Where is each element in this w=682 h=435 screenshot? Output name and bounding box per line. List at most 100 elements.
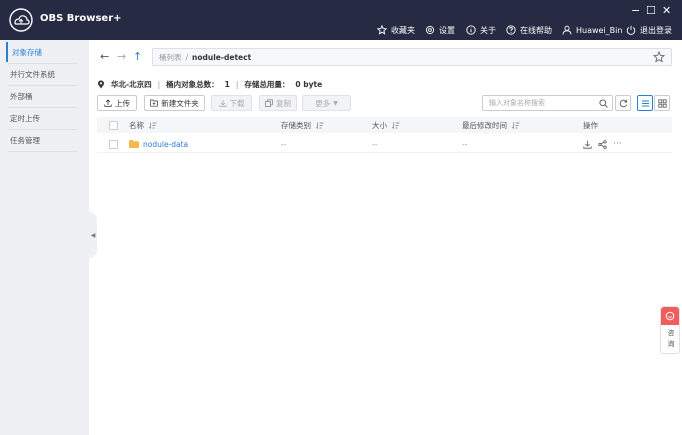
folder-icon xyxy=(129,140,139,148)
favorites-label: 收藏夹 xyxy=(391,25,415,35)
select-all-checkbox[interactable] xyxy=(109,117,118,133)
column-size[interactable]: 大小 xyxy=(372,117,400,133)
usage-value: 0 byte xyxy=(295,79,323,89)
row-actions-cell: ··· xyxy=(583,135,622,153)
share-icon[interactable] xyxy=(598,139,607,149)
user-menu[interactable]: Huawei_Bin xyxy=(562,23,622,37)
gear-icon xyxy=(425,25,435,35)
info-divider: | xyxy=(157,79,161,89)
download-icon xyxy=(218,100,227,107)
more-label: 更多 xyxy=(315,98,331,108)
location-pin-icon xyxy=(98,79,104,88)
settings-label: 设置 xyxy=(439,25,455,35)
breadcrumb-root[interactable]: 桶列表 xyxy=(159,52,182,63)
download-icon[interactable] xyxy=(583,140,592,149)
row-modified-cell: -- xyxy=(462,139,468,149)
copy-icon xyxy=(265,99,273,107)
object-count-label: 桶内对象总数： xyxy=(166,79,219,89)
settings-button[interactable]: 设置 xyxy=(425,23,455,37)
logout-label: 退出登录 xyxy=(640,25,672,35)
breadcrumb-separator: / xyxy=(185,52,189,62)
help-label: 在线帮助 xyxy=(520,25,552,35)
grid-view-button[interactable] xyxy=(654,95,670,111)
star-icon xyxy=(377,25,387,35)
new-folder-icon xyxy=(150,99,158,107)
sort-icon[interactable] xyxy=(512,122,520,129)
column-name-label: 名称 xyxy=(129,120,144,130)
table-row[interactable]: nodule-data -- -- -- ··· xyxy=(97,135,672,153)
copy-button[interactable]: 复制 xyxy=(259,95,297,111)
favorite-star-icon[interactable] xyxy=(653,51,665,63)
table-header: 名称 存储类别 大小 最后修改时间 操作 xyxy=(97,117,672,133)
chat-icon xyxy=(665,311,675,321)
copy-label: 复制 xyxy=(276,98,291,108)
path-breadcrumb[interactable]: 桶列表 / nodule-detect xyxy=(152,48,672,66)
column-storage-class-label: 存储类别 xyxy=(281,120,311,130)
user-name: Huawei_Bin xyxy=(576,25,623,35)
column-name[interactable]: 名称 xyxy=(129,117,157,133)
about-label: 关于 xyxy=(480,25,496,35)
title-bar: OBS Browser+ − ☐ ✕ 收藏夹 设置 关于 在线帮助 Huawei… xyxy=(0,0,682,40)
user-icon xyxy=(562,25,572,35)
list-view-button[interactable] xyxy=(637,95,653,111)
column-storage-class[interactable]: 存储类别 xyxy=(281,117,324,133)
forward-arrow-icon[interactable]: → xyxy=(117,50,126,63)
folder-name-link[interactable]: nodule-data xyxy=(143,140,188,149)
region-label: 华北-北京四 xyxy=(111,79,152,89)
new-folder-button[interactable]: 新建文件夹 xyxy=(144,95,205,111)
minimize-button[interactable]: − xyxy=(631,4,640,17)
refresh-icon xyxy=(619,99,627,107)
sort-icon[interactable] xyxy=(316,122,324,129)
help-button[interactable]: 在线帮助 xyxy=(506,23,552,37)
column-actions: 操作 xyxy=(583,117,598,133)
sidebar: 对象存储 并行文件系统 外部桶 定时上传 任务管理 xyxy=(0,40,89,435)
object-count-value: 1 xyxy=(224,79,230,89)
sidebar-item-parallel-fs[interactable]: 并行文件系统 xyxy=(6,64,80,84)
checkbox[interactable] xyxy=(109,139,118,149)
info-icon xyxy=(466,25,476,35)
info-divider: | xyxy=(235,79,239,89)
sidebar-item-external-bucket[interactable]: 外部桶 xyxy=(6,86,80,106)
help-icon xyxy=(506,25,516,35)
upload-button[interactable]: 上传 xyxy=(97,95,137,111)
download-label: 下载 xyxy=(229,98,245,108)
column-modified[interactable]: 最后修改时间 xyxy=(462,117,520,133)
chat-badge xyxy=(661,307,679,325)
column-modified-label: 最后修改时间 xyxy=(462,120,507,130)
consult-float-button[interactable]: 咨 询 xyxy=(660,306,680,354)
checkbox[interactable] xyxy=(109,120,118,130)
sidebar-item-task-management[interactable]: 任务管理 xyxy=(6,130,80,150)
up-arrow-icon[interactable]: ↑ xyxy=(133,50,142,63)
power-icon xyxy=(626,25,636,35)
row-checkbox[interactable] xyxy=(109,135,118,153)
logout-button[interactable]: 退出登录 xyxy=(626,23,672,37)
download-button[interactable]: 下载 xyxy=(211,95,252,111)
search-icon[interactable] xyxy=(599,99,608,108)
favorites-button[interactable]: 收藏夹 xyxy=(377,23,415,37)
sidebar-divider xyxy=(8,151,78,152)
search-input[interactable]: 输入对象名称搜索 xyxy=(482,95,613,111)
back-arrow-icon[interactable]: ← xyxy=(100,50,109,63)
sort-icon[interactable] xyxy=(149,122,157,129)
list-view-icon xyxy=(641,100,649,106)
row-name-cell[interactable]: nodule-data xyxy=(129,135,188,153)
address-bar: ← → ↑ 桶列表 / nodule-detect xyxy=(97,48,672,66)
consult-label-2: 询 xyxy=(667,340,675,348)
about-button[interactable]: 关于 xyxy=(466,23,496,37)
more-button[interactable]: 更多 ▼ xyxy=(302,95,351,111)
consult-label-1: 咨 xyxy=(667,329,675,337)
close-button[interactable]: ✕ xyxy=(662,4,671,17)
refresh-button[interactable] xyxy=(615,95,631,111)
maximize-button[interactable]: ☐ xyxy=(646,4,656,17)
sidebar-item-scheduled-upload[interactable]: 定时上传 xyxy=(6,108,80,128)
sidebar-collapse-toggle[interactable]: ◀ xyxy=(89,212,97,258)
sidebar-item-object-storage[interactable]: 对象存储 xyxy=(6,42,80,62)
grid-view-icon xyxy=(657,98,667,108)
breadcrumb-current: nodule-detect xyxy=(192,52,252,62)
row-storage-class-cell: -- xyxy=(281,139,287,149)
new-folder-label: 新建文件夹 xyxy=(161,98,199,108)
more-actions-icon[interactable]: ··· xyxy=(613,139,622,149)
toolbar: 上传 新建文件夹 下载 复制 更多 ▼ 输入对象名称搜索 xyxy=(97,95,672,111)
row-size-cell: -- xyxy=(372,139,378,149)
sort-icon[interactable] xyxy=(392,122,400,129)
